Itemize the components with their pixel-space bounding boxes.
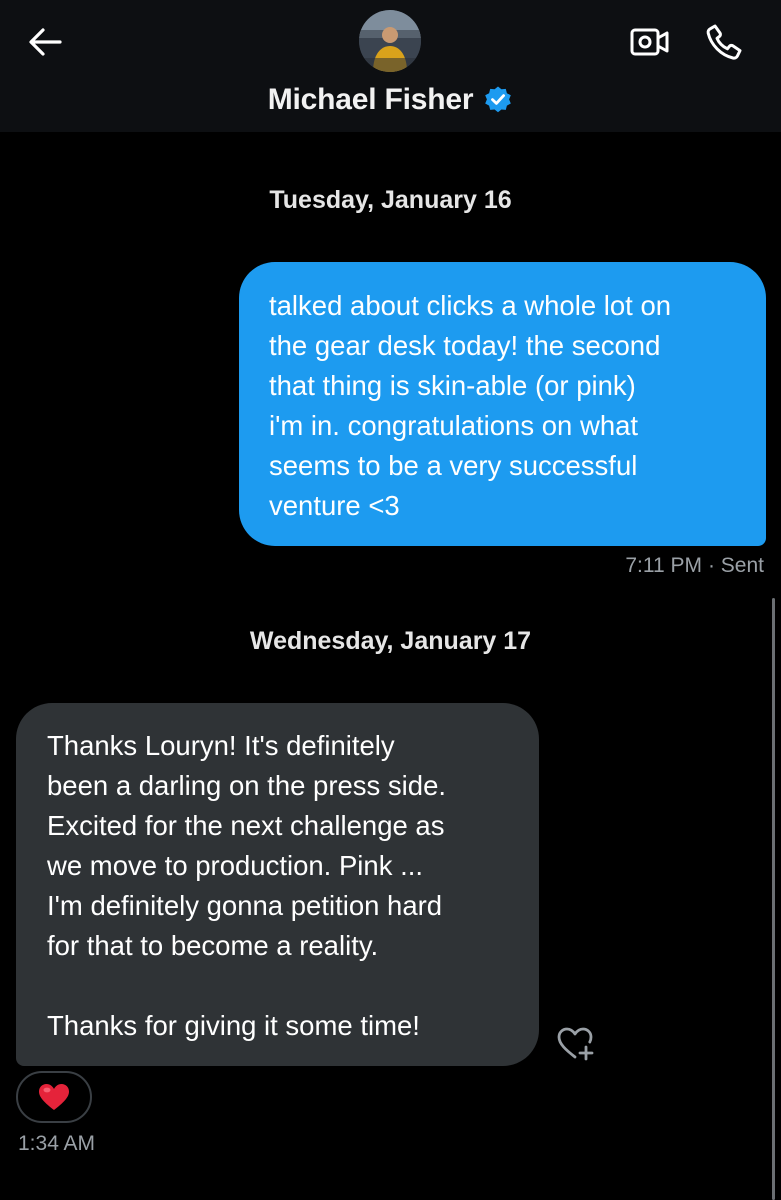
contact-name-row[interactable]: Michael Fisher xyxy=(0,78,781,122)
conversation-header: Michael Fisher xyxy=(0,0,781,132)
message-time: 1:34 AM xyxy=(18,1132,96,1155)
date-separator: Tuesday, January 16 xyxy=(269,186,512,214)
date-separator: Wednesday, January 17 xyxy=(249,627,532,655)
message-meta: 7:11 PM · Sent xyxy=(625,554,764,578)
verified-badge-icon xyxy=(483,85,513,115)
phone-icon xyxy=(706,24,742,60)
scrollbar[interactable] xyxy=(772,598,775,1200)
heart-plus-icon xyxy=(557,1027,594,1061)
reaction-badge[interactable] xyxy=(16,1071,92,1123)
message-status: · Sent xyxy=(707,554,764,577)
incoming-message-bubble[interactable]: Thanks Louryn! It's definitely been a da… xyxy=(16,703,539,1066)
add-reaction-button[interactable] xyxy=(554,1024,598,1064)
contact-name: Michael Fisher xyxy=(267,83,474,116)
avatar[interactable] xyxy=(359,10,421,72)
avatar-photo xyxy=(359,10,421,72)
arrow-left-icon xyxy=(29,28,62,56)
red-heart-icon xyxy=(39,1084,69,1110)
message-time: 7:11 PM xyxy=(625,554,702,577)
voice-call-button[interactable] xyxy=(700,18,748,66)
video-call-button[interactable] xyxy=(626,18,674,66)
outgoing-message-bubble[interactable]: talked about clicks a whole lot on the g… xyxy=(239,262,766,546)
video-camera-icon xyxy=(630,28,669,56)
back-button[interactable] xyxy=(22,22,68,62)
